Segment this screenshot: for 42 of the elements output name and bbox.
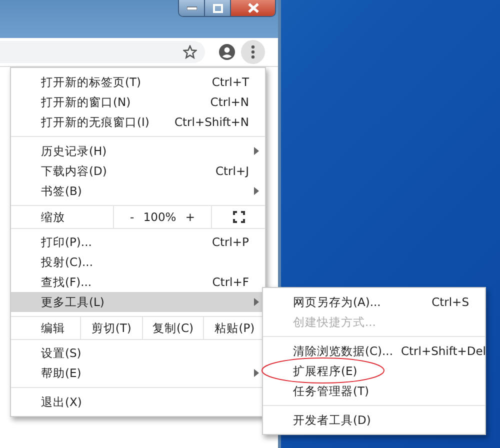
shortcut-text: Ctrl+T <box>212 75 249 89</box>
minimize-icon <box>186 6 196 10</box>
menu-item[interactable]: 设置(S) <box>11 343 265 363</box>
shortcut-text: Ctrl+Shift+Del <box>400 344 486 358</box>
menu-item[interactable]: 清除浏览数据(C)... Ctrl+Shift+Del <box>263 341 485 361</box>
zoom-level: 100% <box>143 210 176 224</box>
shortcut-text: Ctrl+Shift+N <box>174 115 249 129</box>
menu-item[interactable]: 任务管理器(T) <box>263 381 485 401</box>
menu-item[interactable]: 更多工具(L) <box>11 292 265 312</box>
star-icon[interactable] <box>183 45 197 59</box>
maximize-icon <box>212 4 222 12</box>
shortcut-text: Ctrl+F <box>212 275 249 289</box>
fullscreen-icon[interactable] <box>232 211 244 223</box>
shortcut-text: Ctrl+S <box>432 295 469 309</box>
minimize-button[interactable] <box>179 0 205 16</box>
menu-item[interactable]: 打开新的窗口(N) Ctrl+N <box>11 92 265 112</box>
menu-item[interactable]: 查找(F)... Ctrl+F <box>11 272 265 292</box>
zoom-in-button[interactable]: + <box>185 210 195 224</box>
menu-item[interactable]: 打开新的无痕窗口(I) Ctrl+Shift+N <box>11 112 265 132</box>
menu-item[interactable]: 网页另存为(A)... Ctrl+S <box>263 292 485 312</box>
menu-item[interactable]: 历史记录(H) <box>11 141 265 161</box>
close-icon <box>248 3 258 13</box>
zoom-out-button[interactable]: - <box>130 210 134 224</box>
menu-item[interactable]: 下载内容(D) Ctrl+J <box>11 161 265 181</box>
menu-item[interactable]: 投射(C)... <box>11 252 265 272</box>
shortcut-text: Ctrl+J <box>216 164 249 178</box>
menu-item[interactable]: 打印(P)... Ctrl+P <box>11 232 265 252</box>
zoom-label: 缩放 <box>40 208 66 226</box>
menu-item[interactable]: 书签(B) <box>11 181 265 201</box>
maximize-button[interactable] <box>205 0 231 16</box>
shortcut-text: Ctrl+N <box>210 95 249 109</box>
close-button[interactable] <box>231 0 275 16</box>
edit-label: 编辑 <box>40 320 66 336</box>
edit-button[interactable]: 剪切(T) <box>80 317 142 339</box>
menu-icon[interactable] <box>241 40 265 64</box>
profile-icon[interactable] <box>219 44 235 60</box>
menu-item[interactable]: 扩展程序(E) <box>263 361 485 381</box>
menu-item[interactable]: 开发者工具(D) <box>263 410 485 430</box>
menu-item[interactable]: 打开新的标签页(T) Ctrl+T <box>11 72 265 92</box>
shortcut-text: Ctrl+P <box>212 235 249 249</box>
menu-item[interactable]: 退出(X) <box>11 392 265 412</box>
edit-button[interactable]: 复制(C) <box>142 317 204 339</box>
